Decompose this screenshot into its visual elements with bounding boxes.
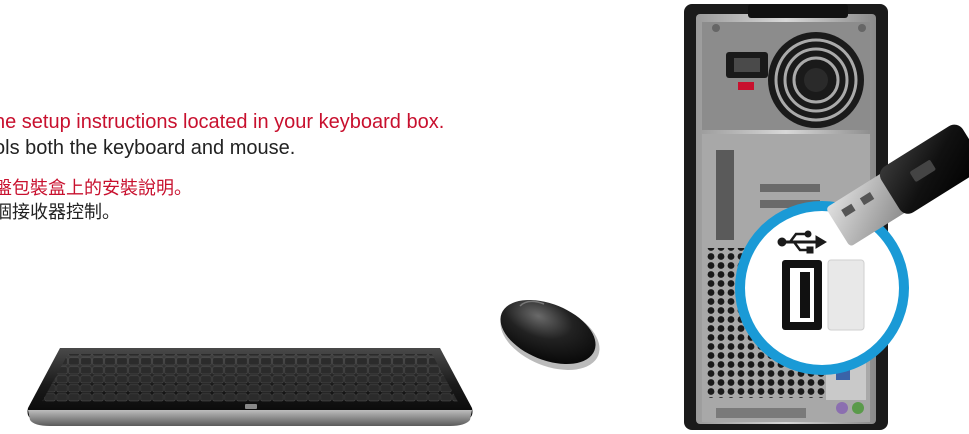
mouse-image <box>500 299 600 370</box>
instruction-zh-line2: 個接收器控制。 <box>0 201 120 223</box>
usb-receiver-dongle <box>827 124 969 246</box>
brand-logo-icon <box>245 404 257 409</box>
keyboard-image <box>27 348 473 426</box>
instruction-en-line2: ols both the keyboard and mouse. <box>0 137 296 159</box>
instruction-en-line1: he setup instructions located in your ke… <box>0 111 445 133</box>
voltage-switch <box>738 82 754 90</box>
setup-instructions: he setup instructions located in your ke… <box>0 110 444 225</box>
instruction-zh-line1: 盤包裝盒上的安裝說明。 <box>0 178 192 199</box>
